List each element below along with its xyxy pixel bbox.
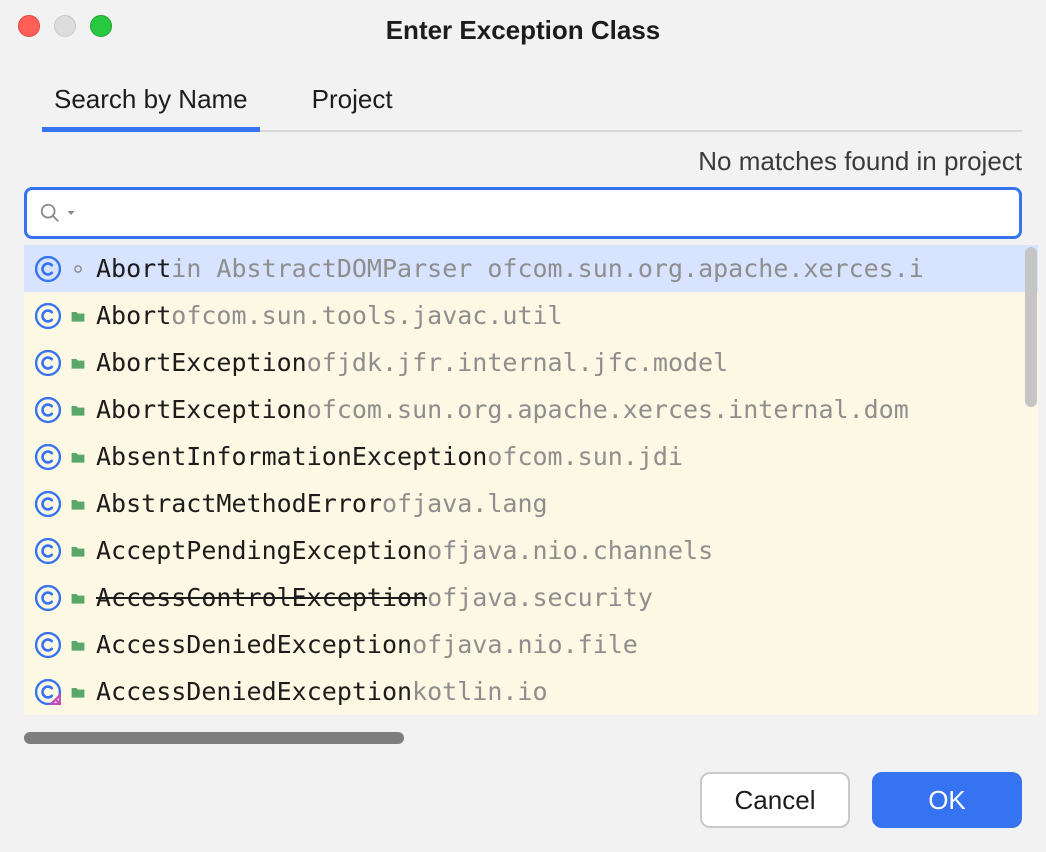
class-icon	[34, 631, 62, 659]
result-list: Abort in AbstractDOMParser of com.sun.or…	[24, 245, 1038, 715]
chevron-down-icon[interactable]	[65, 207, 77, 219]
location-prefix: of	[427, 583, 457, 612]
list-item[interactable]: AccessDeniedException of java.nio.file	[24, 621, 1038, 668]
package-name: java.nio.channels	[457, 536, 713, 565]
location-prefix: of	[171, 301, 201, 330]
dialog-buttons: Cancel OK	[0, 744, 1046, 852]
horizontal-scrollbar-thumb[interactable]	[24, 732, 404, 744]
dialog-window: Enter Exception Class Search by Name Pro…	[0, 0, 1046, 852]
search-icon	[39, 200, 65, 226]
class-name: AbstractMethodError	[96, 489, 382, 518]
list-item[interactable]: AccessControlException of java.security	[24, 574, 1038, 621]
package-visibility-icon	[68, 682, 88, 702]
package-visibility-icon	[68, 259, 88, 279]
package-visibility-icon	[68, 306, 88, 326]
package-visibility-icon	[68, 447, 88, 467]
list-item[interactable]: AccessDeniedException kotlin.io	[24, 668, 1038, 715]
package-name: java.security	[457, 583, 653, 612]
search-input[interactable]	[77, 190, 1007, 236]
list-item[interactable]: AbortException of com.sun.org.apache.xer…	[24, 386, 1038, 433]
cancel-button[interactable]: Cancel	[700, 772, 850, 828]
horizontal-scrollbar[interactable]	[24, 730, 1038, 744]
vertical-scrollbar[interactable]	[1024, 247, 1038, 737]
package-name: com.sun.org.apache.xerces.internal.dom	[337, 395, 909, 424]
class-name: AccessControlException	[96, 583, 427, 612]
package-visibility-icon	[68, 635, 88, 655]
location-prefix: of	[427, 536, 457, 565]
status-text: No matches found in project	[24, 146, 1022, 177]
list-item[interactable]: AbsentInformationException of com.sun.jd…	[24, 433, 1038, 480]
minimize-window-button[interactable]	[54, 15, 76, 37]
list-item[interactable]: AcceptPendingException of java.nio.chann…	[24, 527, 1038, 574]
package-visibility-icon	[68, 353, 88, 373]
search-field[interactable]	[24, 187, 1022, 239]
tab-project[interactable]: Project	[300, 84, 405, 132]
class-name: AcceptPendingException	[96, 536, 427, 565]
class-icon	[34, 537, 62, 565]
package-name: com.sun.tools.javac.util	[201, 301, 562, 330]
class-icon	[34, 584, 62, 612]
list-item[interactable]: AbstractMethodError of java.lang	[24, 480, 1038, 527]
zoom-window-button[interactable]	[90, 15, 112, 37]
location-prefix: of	[307, 348, 337, 377]
location-prefix: of	[487, 442, 517, 471]
list-item[interactable]: AbortException of jdk.jfr.internal.jfc.m…	[24, 339, 1038, 386]
location-prefix: of	[412, 630, 442, 659]
dialog-title: Enter Exception Class	[386, 15, 661, 46]
package-visibility-icon	[68, 400, 88, 420]
package-name: java.nio.file	[442, 630, 638, 659]
package-name: com.sun.jdi	[517, 442, 683, 471]
traffic-lights	[18, 15, 112, 37]
class-icon	[34, 302, 62, 330]
class-name: Abort	[96, 254, 171, 283]
class-name: AccessDeniedException	[96, 677, 412, 706]
package-name: java.lang	[412, 489, 547, 518]
list-item[interactable]: Abort of com.sun.tools.javac.util	[24, 292, 1038, 339]
class-name: AbortException	[96, 395, 307, 424]
package-visibility-icon	[68, 588, 88, 608]
class-icon	[34, 678, 62, 706]
class-name: AbsentInformationException	[96, 442, 487, 471]
tabs: Search by Name Project	[42, 82, 1022, 132]
location-prefix: of	[382, 489, 412, 518]
location-prefix: in AbstractDOMParser of	[171, 254, 517, 283]
package-name: jdk.jfr.internal.jfc.model	[337, 348, 728, 377]
class-icon	[34, 349, 62, 377]
close-window-button[interactable]	[18, 15, 40, 37]
class-icon	[34, 490, 62, 518]
class-icon	[34, 396, 62, 424]
class-icon	[34, 443, 62, 471]
titlebar: Enter Exception Class	[0, 0, 1046, 60]
class-name: Abort	[96, 301, 171, 330]
location-prefix: of	[307, 395, 337, 424]
tab-search-by-name[interactable]: Search by Name	[42, 84, 260, 132]
vertical-scrollbar-thumb[interactable]	[1025, 247, 1037, 407]
package-visibility-icon	[68, 494, 88, 514]
ok-button[interactable]: OK	[872, 772, 1022, 828]
package-name: kotlin.io	[412, 677, 547, 706]
class-name: AccessDeniedException	[96, 630, 412, 659]
package-name: com.sun.org.apache.xerces.i	[517, 254, 923, 283]
class-icon	[34, 255, 62, 283]
class-name: AbortException	[96, 348, 307, 377]
list-item[interactable]: Abort in AbstractDOMParser of com.sun.or…	[24, 245, 1038, 292]
package-visibility-icon	[68, 541, 88, 561]
